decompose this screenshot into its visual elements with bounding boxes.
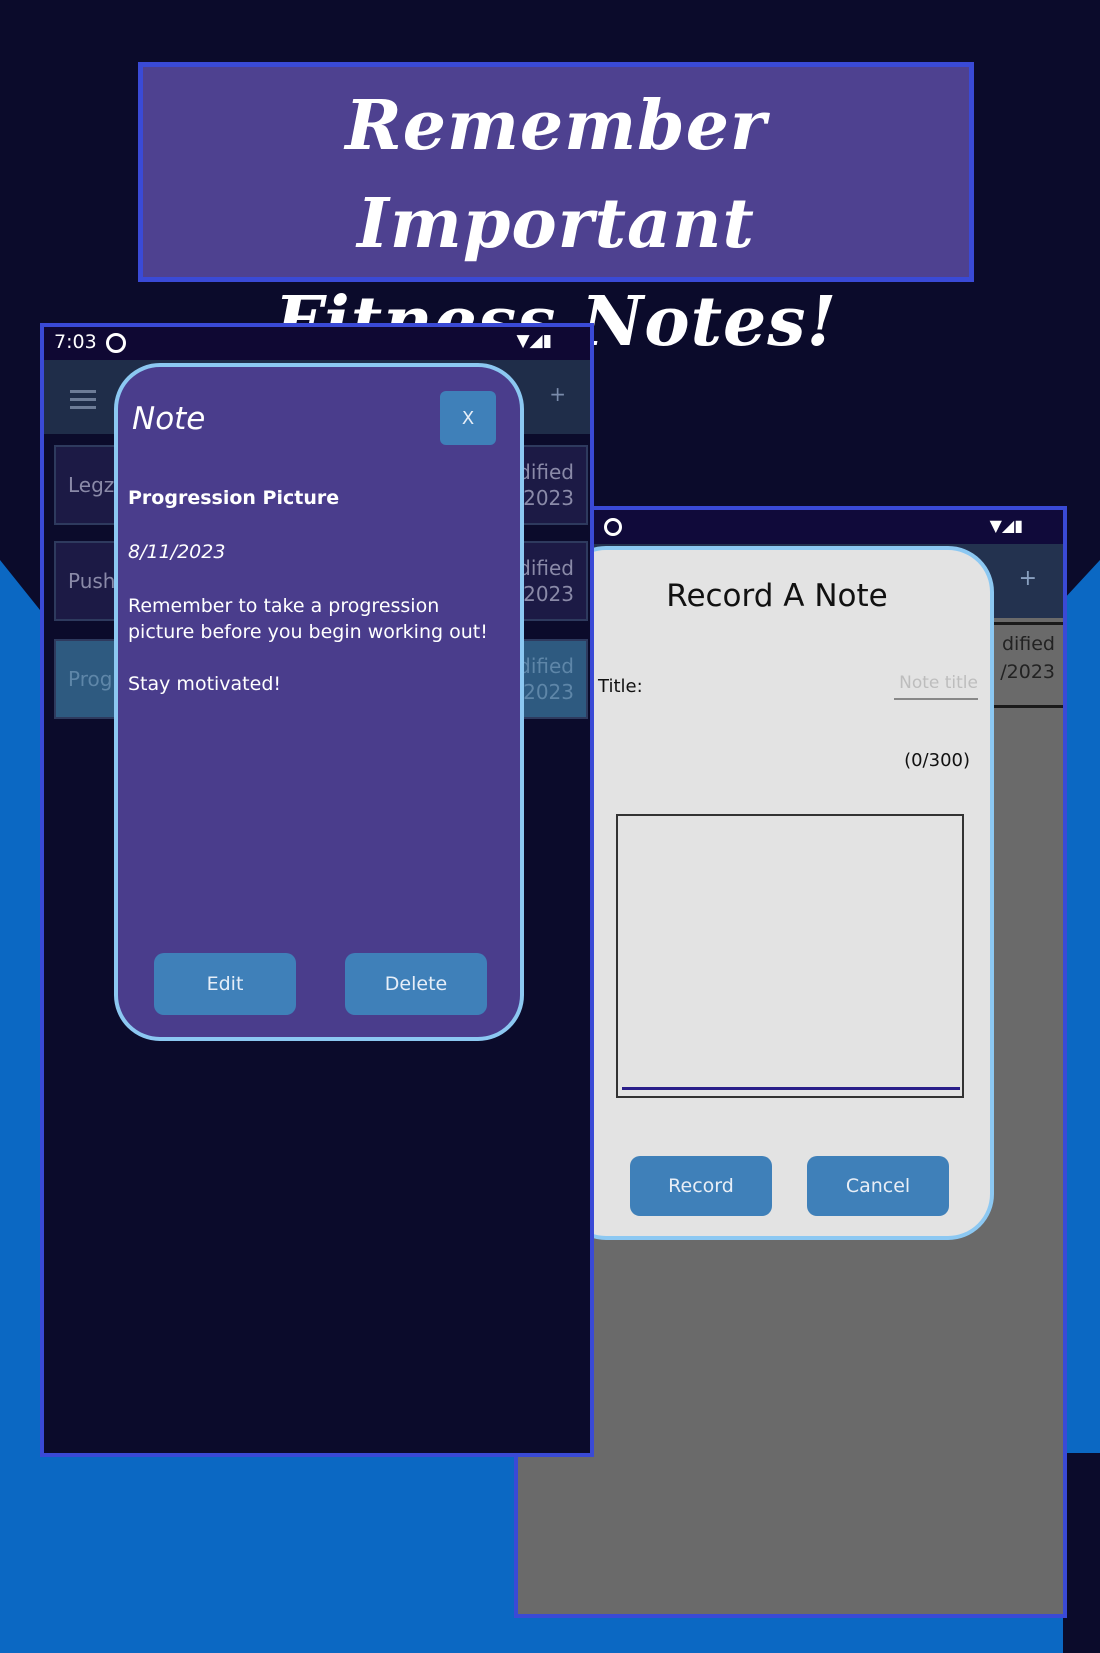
headline-banner: Remember Important Fitness Notes! [138, 62, 974, 362]
note-detail-modal: Note X Progression Picture 8/11/2023 Rem… [114, 363, 524, 1041]
title-label: Title: [598, 676, 643, 697]
note-body-paragraph: Remember to take a progression picture b… [128, 595, 488, 643]
hamburger-menu-icon[interactable] [70, 390, 96, 409]
status-icons: ▼◢▮ [989, 516, 1023, 535]
cancel-button[interactable]: Cancel [807, 1156, 949, 1216]
note-title: Progression Picture [128, 487, 340, 509]
note-body: Remember to take a progression picture b… [128, 593, 508, 723]
modal-title: Note [132, 401, 206, 437]
note-body-paragraph: Stay motivated! [128, 673, 282, 695]
note-list-item-name: Legz [68, 473, 115, 497]
status-time: 7:03 [54, 331, 97, 353]
close-button[interactable]: X [440, 391, 496, 445]
note-list-item-modified: dified /2023 [516, 654, 574, 704]
note-body-textarea[interactable] [616, 814, 964, 1098]
note-list-item-modified: dified /2023 [516, 556, 574, 606]
settings-gear-icon [604, 518, 622, 536]
delete-button[interactable]: Delete [345, 953, 487, 1015]
status-bar: 7:03 ▼◢▮ [44, 327, 590, 360]
headline-line-1: Remember Important [345, 86, 767, 264]
status-icons: ▼◢▮ [516, 331, 552, 351]
record-note-modal: Record A Note Title: (0/300) Record Canc… [560, 546, 994, 1240]
note-list-item-name: Push [68, 569, 116, 593]
character-count: (0/300) [904, 750, 970, 771]
card-modified-date: /2023 [1000, 661, 1055, 683]
status-bar: ▼◢▮ [518, 510, 1063, 544]
note-list-item-modified: dified /2023 [516, 460, 574, 510]
note-date: 8/11/2023 [128, 541, 226, 563]
record-button[interactable]: Record [630, 1156, 772, 1216]
note-list-item-name: Progr [68, 667, 121, 691]
add-note-plus-icon[interactable]: + [549, 382, 566, 406]
edit-button[interactable]: Edit [154, 953, 296, 1015]
textarea-underline [622, 1087, 960, 1090]
settings-gear-icon [106, 333, 126, 353]
card-modified-text: dified [1001, 633, 1055, 655]
modal-title: Record A Note [666, 578, 888, 614]
note-title-input[interactable] [894, 668, 978, 700]
add-note-plus-icon[interactable]: + [1019, 566, 1037, 591]
